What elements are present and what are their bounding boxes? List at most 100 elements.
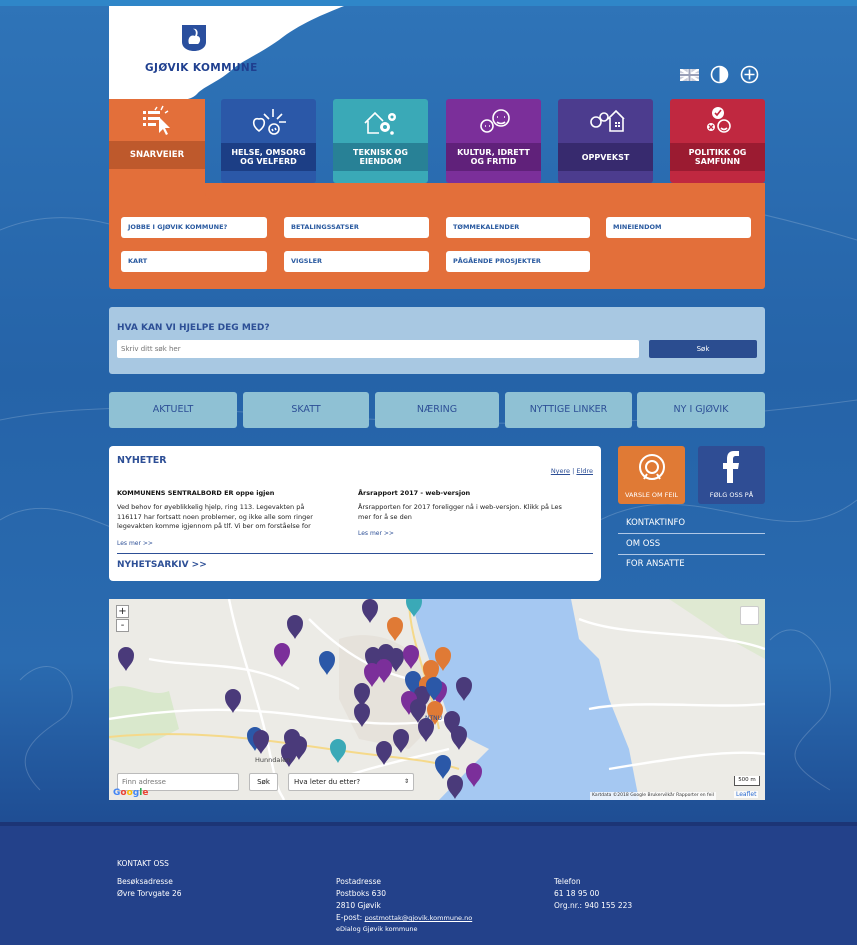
footer-visit-label: Besøksadresse <box>117 877 173 886</box>
alert-face-icon <box>639 454 665 480</box>
for-ansatte-link[interactable]: FOR ANSATTE <box>618 555 765 575</box>
news-title: NYHETER <box>117 455 167 466</box>
panel-connector <box>205 183 765 200</box>
footer-email-link[interactable]: postmottak@gjovik.kommune.no <box>365 914 473 922</box>
article-text: Ved behov for øyeblikkelig hjelp, ring 1… <box>117 503 313 530</box>
leaflet-link[interactable]: Leaflet <box>734 791 759 798</box>
site-name[interactable]: GJØVIK KOMMUNE <box>145 62 258 74</box>
om-oss-link[interactable]: OM OSS <box>618 535 765 555</box>
footer-post-label: Postadresse <box>336 877 382 886</box>
footer-post-city: 2810 Gjøvik <box>336 901 381 910</box>
uk-flag-icon[interactable] <box>679 64 700 85</box>
contrast-icon[interactable] <box>709 64 730 85</box>
nav-nyttige-linker[interactable]: NYTTIGE LINKER <box>505 392 632 428</box>
house-gears-icon <box>333 103 428 141</box>
map-marker[interactable] <box>287 615 303 639</box>
tile-helse[interactable]: HELSE, OMSORG OG VELFERD <box>221 99 316 183</box>
article-read-more[interactable]: Les mer >> <box>358 530 394 537</box>
nav-aktuelt[interactable]: AKTUELT <box>109 392 237 428</box>
map-attribution[interactable]: Kartdata ©2018 Google Brukervilkår Rappo… <box>590 792 716 800</box>
faces-icon <box>446 103 541 141</box>
tile-politikk[interactable]: POLITIKK OG SAMFUNN <box>670 99 765 183</box>
news-panel: NYHETER Nyere | Eldre KOMMUNENS SENTRALB… <box>109 446 601 581</box>
quick-link-vigsler[interactable]: VIGSLER <box>284 251 429 272</box>
footer-email-row: E-post: postmottak@gjovik.kommune.no <box>336 912 472 925</box>
plus-circle-icon[interactable] <box>739 64 760 85</box>
tile-label: POLITIKK OG SAMFUNN <box>670 143 765 171</box>
facebook-button[interactable]: FØLG OSS PÅ <box>698 446 765 504</box>
news-article: Årsrapport 2017 - web-versjon Årsrapport… <box>358 489 563 522</box>
footer-edialog-link[interactable]: eDialog Gjøvik kommune <box>336 924 417 936</box>
news-pager: Nyere | Eldre <box>551 467 593 475</box>
nav-naering[interactable]: NÆRING <box>375 392 499 428</box>
map-marker[interactable] <box>319 651 335 675</box>
map-marker[interactable] <box>387 617 403 641</box>
nav-skatt[interactable]: SKATT <box>243 392 369 428</box>
tile-teknisk[interactable]: TEKNISK OG EIENDOM <box>333 99 428 183</box>
article-read-more[interactable]: Les mer >> <box>117 540 153 547</box>
map-poi-label: NTNU <box>425 715 443 722</box>
map-marker[interactable] <box>376 741 392 765</box>
report-fault-label: VARSLE OM FEIL <box>624 491 679 499</box>
tile-label: TEKNISK OG EIENDOM <box>333 143 428 171</box>
heart-sun-icon <box>221 103 316 141</box>
pager-older-link[interactable]: Eldre <box>576 467 593 475</box>
zoom-in-button[interactable]: + <box>116 605 129 618</box>
list-pointer-icon <box>109 101 205 139</box>
tile-oppvekst[interactable]: OPPVEKST <box>558 99 653 183</box>
footer-visit-address: Øvre Torvgate 26 <box>117 889 182 898</box>
tile-label: OPPVEKST <box>558 143 653 171</box>
tile-label: SNARVEIER <box>109 141 205 169</box>
address-search-button[interactable]: Søk <box>249 773 278 791</box>
pager-separator: | <box>572 467 575 475</box>
map-marker[interactable] <box>435 755 451 779</box>
article-title[interactable]: Årsrapport 2017 - web-versjon <box>358 489 563 497</box>
facebook-label: FØLG OSS PÅ <box>709 491 754 499</box>
divider <box>117 553 593 554</box>
zoom-out-button[interactable]: - <box>116 619 129 632</box>
tile-snarveier[interactable]: SNARVEIER <box>109 99 205 185</box>
pager-newer-link[interactable]: Nyere <box>551 467 570 475</box>
map-marker[interactable] <box>274 643 290 667</box>
map-layers-button[interactable] <box>740 606 759 625</box>
kontaktinfo-link[interactable]: KONTAKTINFO <box>618 514 765 534</box>
quick-link-prosjekter[interactable]: PÅGÅENDE PROSJEKTER <box>446 251 590 272</box>
logo-cloud-shape <box>109 6 344 111</box>
news-article: KOMMUNENS SENTRALBORD ER oppe igjen Ved … <box>117 489 327 532</box>
search-title: HVA KAN VI HJELPE DEG MED? <box>117 323 270 333</box>
tile-kultur[interactable]: KULTUR, IDRETT OG FRITID <box>446 99 541 183</box>
quick-link-kart[interactable]: KART <box>121 251 267 272</box>
category-select[interactable]: Hva leter du etter? ⇕ <box>288 773 414 791</box>
quick-link-mineiendom[interactable]: MINEIENDOM <box>606 217 751 238</box>
search-input[interactable] <box>117 340 639 358</box>
map-scale: 500 m <box>734 776 760 786</box>
news-archive-link[interactable]: NYHETSARKIV >> <box>117 560 207 570</box>
child-house-icon <box>558 103 653 141</box>
quick-link-betalingssatser[interactable]: BETALINGSSATSER <box>284 217 429 238</box>
facebook-icon <box>723 451 739 483</box>
report-fault-button[interactable]: VARSLE OM FEIL <box>618 446 685 504</box>
footer-post-box: Postboks 630 <box>336 889 386 898</box>
quick-link-jobbe[interactable]: JOBBE I GJØVIK KOMMUNE? <box>121 217 267 238</box>
quick-link-tommekalender[interactable]: TØMMEKALENDER <box>446 217 590 238</box>
map-marker[interactable] <box>253 730 269 754</box>
tile-label: KULTUR, IDRETT OG FRITID <box>446 143 541 171</box>
footer: KONTAKT OSS Besøksadresse Øvre Torvgate … <box>0 822 857 945</box>
search-button[interactable]: Søk <box>649 340 757 358</box>
footer-phone-label: Telefon <box>554 877 581 886</box>
map-view[interactable] <box>109 599 765 800</box>
municipal-crest-icon[interactable] <box>181 24 207 52</box>
nav-ny-i-gjovik[interactable]: NY I GJØVIK <box>637 392 765 428</box>
map-marker[interactable] <box>118 647 134 671</box>
map-marker[interactable] <box>330 739 346 763</box>
article-title[interactable]: KOMMUNENS SENTRALBORD ER oppe igjen <box>117 489 327 497</box>
map-place-label: Hunndalen <box>255 756 291 764</box>
footer-email-label: E-post: <box>336 913 363 922</box>
map-marker[interactable] <box>362 599 378 623</box>
select-arrows-icon: ⇕ <box>403 778 409 785</box>
map-marker[interactable] <box>451 726 467 750</box>
category-select-value: Hva leter du etter? <box>294 778 361 786</box>
map-marker[interactable] <box>393 729 409 753</box>
footer-org-number: Org.nr.: 940 155 223 <box>554 901 633 910</box>
google-logo: Google <box>113 788 149 798</box>
